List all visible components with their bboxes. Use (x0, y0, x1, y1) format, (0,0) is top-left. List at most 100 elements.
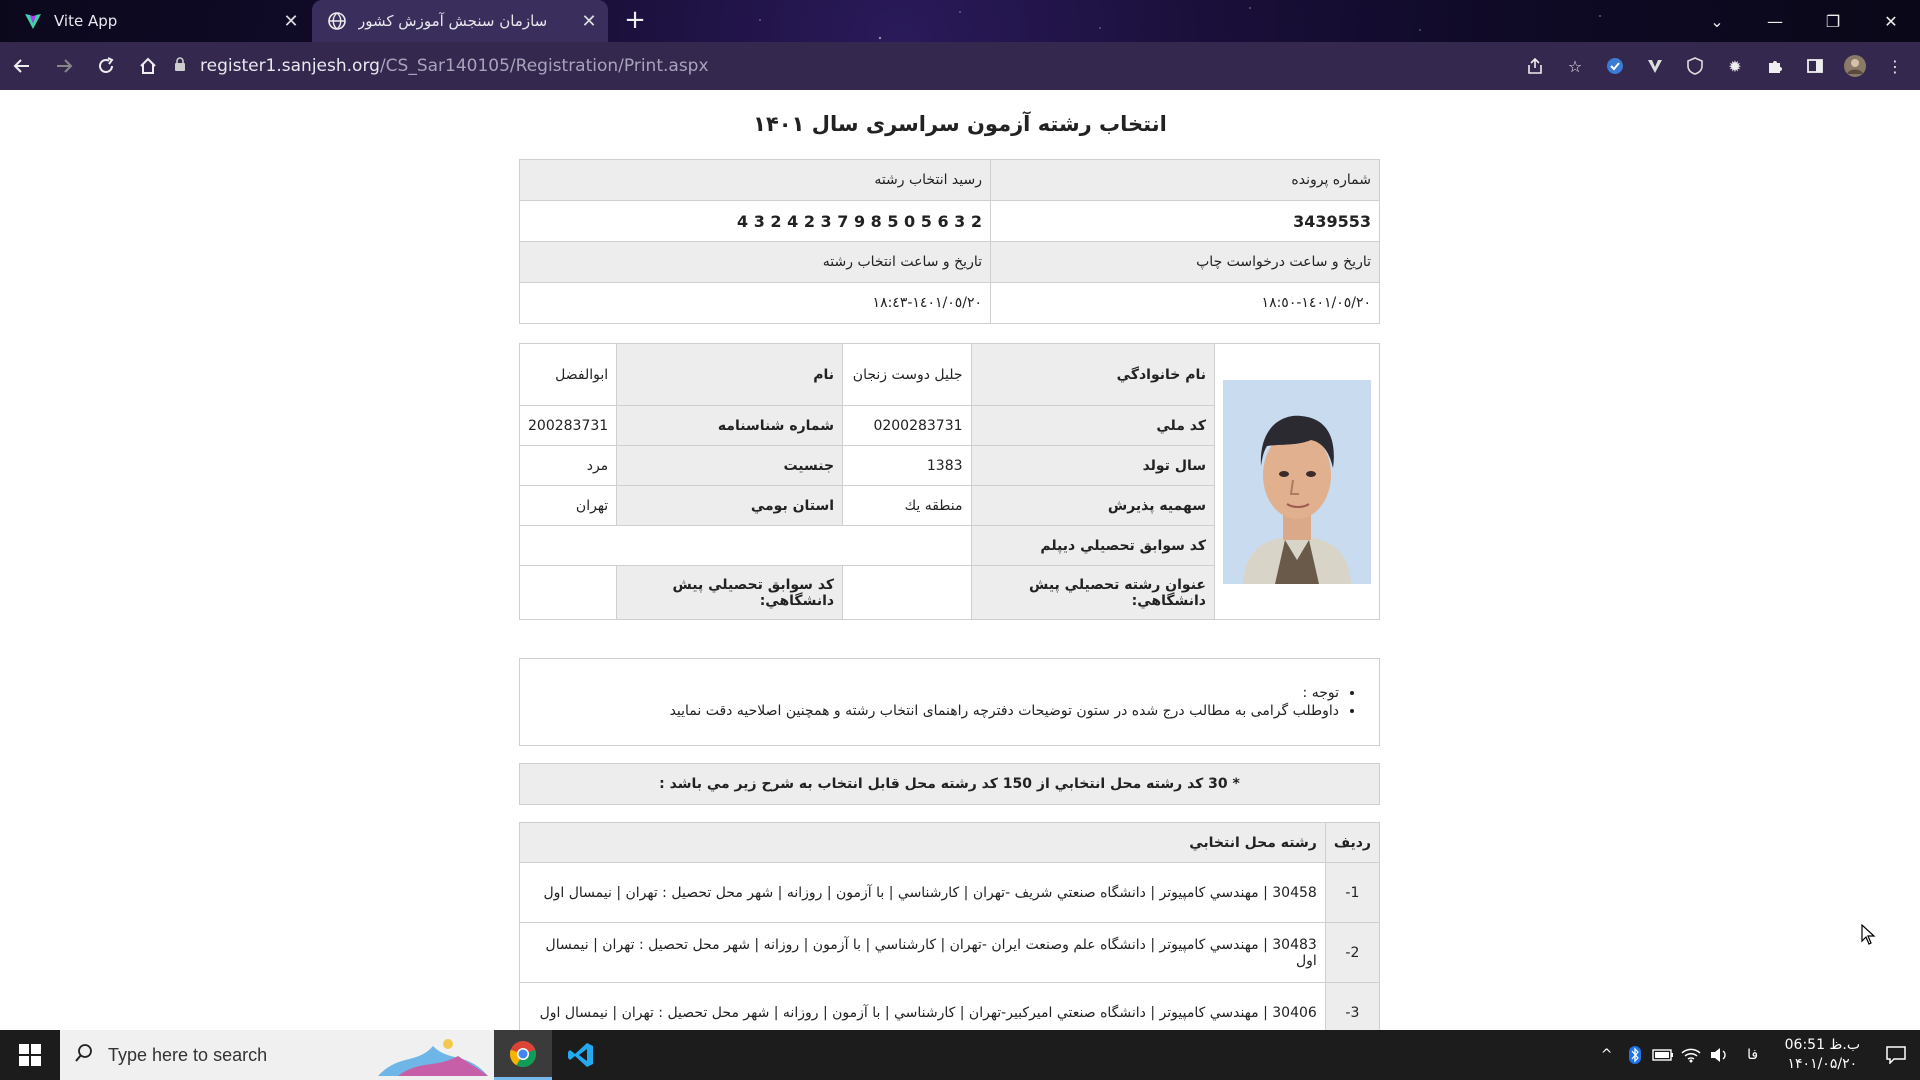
choice-text: 30483 | مهندسي كامپيوتر | دانشگاه علم وص… (519, 922, 1326, 983)
reload-button[interactable] (86, 46, 126, 86)
tab-title: سازمان سنجش آموزش کشور (358, 12, 548, 30)
quota-label: سهميه پذيرش (970, 485, 1216, 526)
side-panel-icon[interactable] (1800, 51, 1830, 81)
puzzle-icon[interactable] (1760, 51, 1790, 81)
extension-check-icon[interactable] (1600, 51, 1630, 81)
quota-value: منطقه يك (842, 485, 972, 526)
row-number: -3 (1324, 982, 1381, 1030)
wifi-icon[interactable] (1677, 1047, 1705, 1063)
first-name-label: نام (616, 343, 844, 406)
browser-tab-strip: Vite App ✕ سازمان سنجش آموزش کشور ✕ + ⌄ … (0, 0, 1920, 42)
last-name-value: جليل دوست زنجان (842, 343, 972, 406)
shield-icon[interactable] (1680, 51, 1710, 81)
province-value: تهران (518, 485, 618, 526)
choice-text: 30406 | مهندسي كامپيوتر | دانشگاه صنعتي … (519, 982, 1326, 1030)
receipt-value: 4 3 2 4 2 3 7 9 8 5 0 5 6 3 2 (519, 200, 991, 242)
new-tab-button[interactable]: + (620, 6, 650, 36)
table-row: -2 30483 | مهندسي كامپيوتر | دانشگاه علم… (519, 922, 1381, 983)
notice-title: توجه : (530, 685, 1339, 701)
bookmark-star-icon[interactable]: ☆ (1560, 51, 1590, 81)
choice-text: 30458 | مهندسي كامپيوتر | دانشگاه صنعتي … (519, 862, 1326, 923)
close-tab-icon[interactable]: ✕ (280, 11, 302, 32)
vscode-taskbar-icon[interactable] (552, 1030, 610, 1080)
browser-toolbar: register1.sanjesh.org/CS_Sar140105/Regis… (0, 42, 1920, 90)
lock-icon[interactable] (174, 56, 186, 76)
applicant-photo (1223, 379, 1371, 584)
last-name-label: نام خانوادگي (970, 343, 1216, 406)
close-window-button[interactable]: ✕ (1862, 0, 1920, 42)
search-highlight-art (378, 1039, 488, 1076)
selection-datetime-label: تاریخ و ساعت انتخاب رشته (519, 241, 991, 283)
preuni-code-value (518, 565, 618, 620)
taskbar-search-box[interactable]: Type here to search (60, 1030, 494, 1080)
tab-title: Vite App (54, 12, 118, 30)
chevron-up-icon[interactable]: ^ (1593, 1047, 1621, 1063)
province-label: استان بومي (616, 485, 844, 526)
restore-button[interactable]: ❐ (1804, 0, 1862, 42)
notice-text: داوطلب گرامی به مطالب درج شده در ستون تو… (530, 703, 1339, 719)
choices-table: رديف رشته محل انتخابي -1 30458 | مهندسي … (519, 822, 1381, 1030)
forward-button[interactable] (44, 46, 84, 86)
choices-summary-banner: * 30 كد رشته محل انتخابي از 150 كد رشته … (519, 763, 1380, 805)
row-number: -1 (1324, 862, 1381, 923)
back-button[interactable] (2, 46, 42, 86)
row-header: رديف (1324, 822, 1381, 863)
web-page: انتخاب رشته آزمون سراسری سال ۱۴۰۱ شماره … (0, 90, 1920, 1030)
id-number-label: شماره شناسنامه (616, 405, 844, 446)
url-host: register1.sanjesh.org (200, 56, 380, 76)
table-row: -1 30458 | مهندسي كامپيوتر | دانشگاه صنع… (519, 862, 1381, 923)
battery-icon[interactable] (1649, 1049, 1677, 1061)
minimize-button[interactable]: — (1746, 0, 1804, 42)
print-datetime-label: تاریخ و ساعت درخواست چاپ (990, 241, 1380, 283)
clock-date: ۱۴۰۱/۰۵/۲۰ (1787, 1056, 1858, 1072)
home-button[interactable] (128, 46, 168, 86)
address-bar[interactable]: register1.sanjesh.org/CS_Sar140105/Regis… (174, 48, 1490, 84)
file-number-value: 3439553 (990, 200, 1380, 242)
menu-kebab-icon[interactable]: ⋮ (1880, 51, 1910, 81)
notifications-icon[interactable] (1872, 1046, 1920, 1064)
extensions-area: ☆ ✹ ⋮ (1520, 48, 1910, 84)
birth-year-value: 1383 (842, 445, 972, 486)
chrome-taskbar-icon[interactable] (494, 1030, 552, 1080)
start-button[interactable] (0, 1030, 60, 1080)
system-tray: ^ فا 06:51 ب.ظ ۱۴۰۱/۰۵/۲۰ (1593, 1030, 1920, 1080)
choice-header: رشته محل انتخابي (519, 822, 1326, 863)
print-datetime-text: ١٤٠١/٠٥/٢٠-١٨:٥٠ (1261, 295, 1371, 311)
language-indicator[interactable]: فا (1733, 1047, 1773, 1063)
search-placeholder: Type here to search (108, 1044, 268, 1065)
search-icon (74, 1043, 94, 1067)
diploma-code-label: كد سوابق تحصيلي ديپلم (970, 525, 1216, 566)
page-title: انتخاب رشته آزمون سراسری سال ۱۴۰۱ (753, 112, 1167, 136)
tab-vite-app[interactable]: Vite App ✕ (8, 0, 310, 42)
volume-icon[interactable] (1705, 1047, 1733, 1063)
diploma-code-value (519, 525, 972, 566)
selection-datetime-value: ١٤٠١/٠٥/٢٠-١٨:٤٣ (519, 282, 991, 324)
photo-cell (1214, 343, 1380, 620)
vite-icon (22, 10, 44, 32)
gear-icon[interactable]: ✹ (1720, 51, 1750, 81)
gender-label: جنسيت (616, 445, 844, 486)
windows-taskbar: Type here to search ^ فا 06:51 ب.ظ ۱۴۰۱/… (0, 1030, 1920, 1080)
bluetooth-icon[interactable] (1621, 1046, 1649, 1064)
notice-box: توجه : داوطلب گرامی به مطالب درج شده در … (519, 658, 1380, 746)
gender-value: مرد (518, 445, 618, 486)
selection-datetime-text: ١٤٠١/٠٥/٢٠-١٨:٤٣ (872, 295, 982, 311)
tab-search-icon[interactable]: ⌄ (1688, 0, 1746, 42)
share-icon[interactable] (1520, 51, 1550, 81)
url-path: /CS_Sar140105/Registration/Print.aspx (379, 56, 709, 76)
receipt-label: رسید انتخاب رشته (519, 159, 991, 201)
close-tab-icon[interactable]: ✕ (578, 11, 600, 32)
tab-sanjesh[interactable]: سازمان سنجش آموزش کشور ✕ (312, 0, 608, 42)
receipt-table: شماره پرونده رسید انتخاب رشته 3439553 4 … (519, 159, 1380, 324)
file-number-label: شماره پرونده (990, 159, 1380, 201)
extension-v-icon[interactable] (1640, 51, 1670, 81)
preuni-title-value (842, 565, 972, 620)
national-code-value: 0200283731 (842, 405, 972, 446)
profile-avatar[interactable] (1840, 51, 1870, 81)
globe-icon (326, 10, 348, 32)
row-number: -2 (1324, 922, 1381, 983)
first-name-value: ابوالفضل (518, 343, 618, 406)
taskbar-clock[interactable]: 06:51 ب.ظ ۱۴۰۱/۰۵/۲۰ (1785, 1036, 1860, 1074)
preuni-title-label: عنوان رشته تحصيلي پيش دانشگاهي: (970, 565, 1216, 620)
birth-year-label: سال تولد (970, 445, 1216, 486)
